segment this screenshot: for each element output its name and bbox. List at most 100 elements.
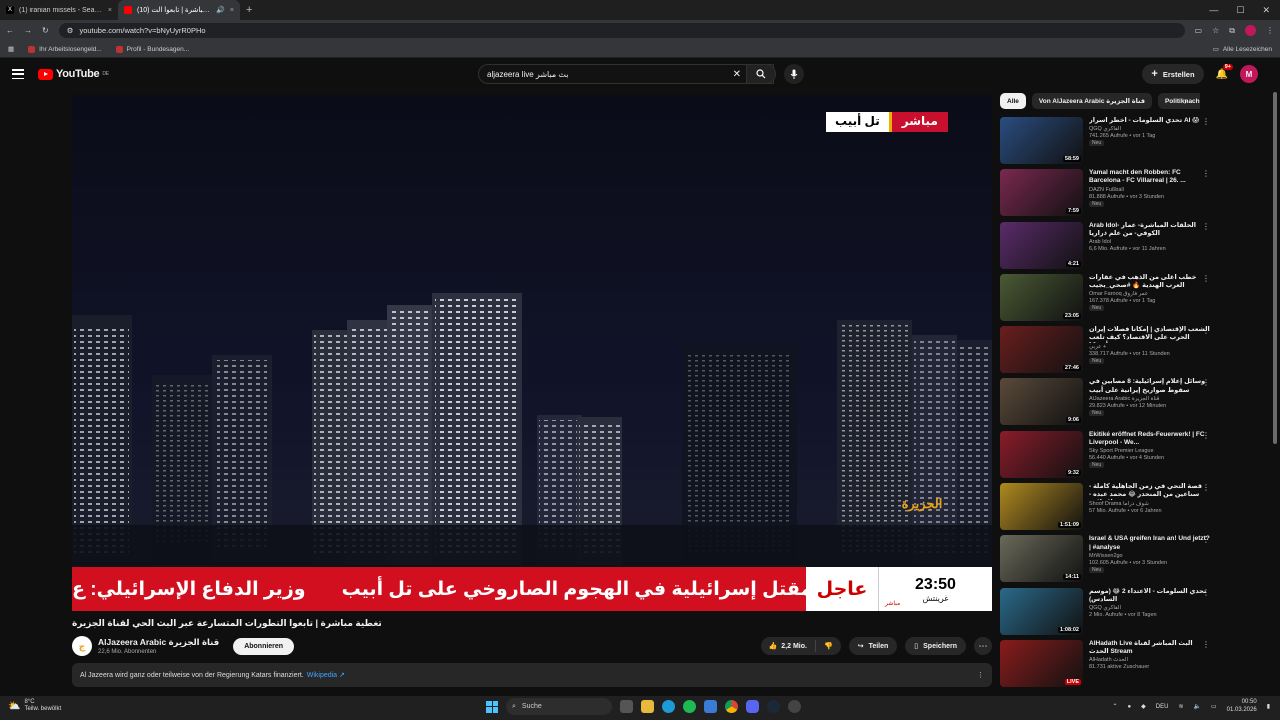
recommendation-item[interactable]: 7:59 Yamal macht den Robben: FC Barcelona… [1000,169,1210,221]
recommendation-channel[interactable]: Sky Sport Premier League [1089,448,1210,454]
back-icon[interactable]: ← [6,26,14,35]
language-indicator[interactable]: DEU [1156,704,1169,710]
more-options-icon[interactable]: ⋮ [1202,535,1210,544]
more-options-icon[interactable]: ⋮ [1202,274,1210,283]
close-window-icon[interactable]: ✕ [1262,5,1270,16]
recommendation-item[interactable]: 14:11 Israel & USA greifen Iran an! Und j… [1000,535,1210,587]
dislike-button[interactable]: 👎 [816,642,841,650]
video-thumbnail[interactable]: 1:08:02 [1000,587,1083,635]
maximize-icon[interactable]: ☐ [1236,5,1244,16]
more-options-icon[interactable]: ⋮ [1202,588,1210,597]
more-options-icon[interactable]: ⋮ [1202,326,1210,335]
avatar[interactable]: M [1240,65,1258,83]
more-options-icon[interactable]: ⋮ [1202,483,1210,492]
recommendation-channel[interactable]: MrWissen2go [1089,553,1210,559]
menu-icon[interactable]: ⋮ [1266,26,1274,35]
battery-icon[interactable]: ▭ [1211,703,1217,710]
clear-search-icon[interactable]: ✕ [733,69,741,80]
more-actions-icon[interactable]: ⋯ [974,637,992,655]
like-button[interactable]: 👍 2,2 Mio. [761,640,816,652]
chevron-right-icon[interactable]: › [1184,96,1187,106]
tray-app-icon[interactable]: ● [1128,704,1132,710]
video-thumbnail[interactable]: 14:11 [1000,535,1083,583]
app-icon[interactable] [788,700,801,713]
more-options-icon[interactable]: ⋮ [1202,431,1210,440]
subscribe-button[interactable]: Abonnieren [233,637,295,655]
recommendation-title[interactable]: AlHadath Live البث المباشر لقناة الحدث S… [1089,640,1210,656]
wikipedia-link[interactable]: Wikipedia ↗ [307,671,345,679]
recommendation-channel[interactable]: Arab Idol [1089,239,1210,245]
recommendation-item[interactable]: 27:46 الشعب الإقتصادي | إمكانا فصلات إيرا… [1000,326,1210,378]
recommendation-channel[interactable]: عربي + [1089,344,1210,350]
spotify-icon[interactable] [683,700,696,713]
tray-app-icon[interactable]: ◆ [1141,703,1146,710]
chevron-up-icon[interactable]: ⌃ [1113,703,1118,710]
more-options-icon[interactable]: ⋮ [1202,117,1210,126]
chrome-icon[interactable] [725,700,738,713]
notification-center-icon[interactable]: ▮ [1267,703,1270,710]
all-bookmarks[interactable]: ▭ Alle Lesezeichen [1213,45,1272,54]
recommendation-channel[interactable]: AlJazeera Arabic قناة الجزيرة [1089,396,1210,402]
video-thumbnail[interactable]: 9:06 [1000,378,1083,426]
bookmark-item[interactable]: Profil - Bundesagen... [115,45,189,53]
steam-icon[interactable] [767,700,780,713]
youtube-logo[interactable]: YouTube DE [38,68,109,80]
save-button[interactable]: ▯ Speichern [905,637,966,655]
browser-tab[interactable]: X (1) iranian missels - Search / X × [0,0,118,20]
channel-avatar[interactable]: ج [72,636,92,656]
apps-icon[interactable]: ▦ [8,45,14,53]
close-tab-icon[interactable]: × [230,7,234,14]
recommendation-title[interactable]: تحدي السلومات - أخطر أسرار AI 😱 [1089,117,1210,125]
recommendation-title[interactable]: Yamal macht den Robben: FC Barcelona - F… [1089,169,1210,185]
search-button[interactable] [746,64,776,84]
recommendation-channel[interactable]: DAZN Fußball [1089,187,1210,193]
close-tab-icon[interactable]: × [108,7,112,14]
profile-icon[interactable] [1245,25,1256,36]
volume-icon[interactable]: 🔈 [1194,703,1201,710]
extensions-icon[interactable]: ⧉ [1229,26,1235,36]
taskbar-search[interactable]: ⌕ Suche [506,698,612,715]
minimize-icon[interactable]: — [1209,5,1218,15]
chip-all[interactable]: Alle [1000,93,1026,109]
windows-start-icon[interactable] [486,700,498,713]
recommendation-channel[interactable]: AlHadath الحدث [1089,657,1210,663]
recommendation-title[interactable]: Ekitiké eröffnet Reds-Feuerwerk! | FC Li… [1089,431,1210,447]
recommendation-channel[interactable]: QGQ الفاكري [1089,605,1210,611]
recommendation-channel[interactable]: Shoof Drama شوف دراما [1089,501,1210,507]
cast-icon[interactable]: ▭ [1195,26,1203,35]
voice-search-button[interactable] [784,64,804,84]
video-thumbnail[interactable]: 4:21 [1000,221,1083,269]
recommendation-title[interactable]: Arab Idol- الحلقات المباشرة- عمار الكوفي… [1089,222,1210,238]
chip-politics[interactable]: Politiknachrichten [1157,93,1200,109]
recommendation-channel[interactable]: QGQ الفاكري [1089,126,1210,132]
more-options-icon[interactable]: ⋮ [1202,169,1210,178]
recommendation-item[interactable]: LIVE AlHadath Live البث المباشر لقناة الح… [1000,639,1210,692]
hamburger-menu-icon[interactable] [12,69,24,79]
recommendation-title[interactable]: الشعب الإقتصادي | إمكانا فصلات إيران الح… [1089,326,1210,343]
recommendation-item[interactable]: 9:32 Ekitiké eröffnet Reds-Feuerwerk! | F… [1000,430,1210,483]
video-thumbnail[interactable]: 9:32 [1000,430,1083,478]
recommendation-item[interactable]: 1:08:02 تحدي السلومات - الأعتداء 2 😂 (موس… [1000,587,1210,640]
reload-icon[interactable]: ↻ [42,26,49,35]
video-thumbnail[interactable]: LIVE [1000,639,1083,687]
video-thumbnail[interactable]: 23:05 [1000,273,1083,321]
recommendation-item[interactable]: 1:51:09 قصة التحي في زمن الجاهلية كاملة -… [1000,483,1210,535]
more-options-icon[interactable]: ⋮ [1202,222,1210,231]
video-player[interactable]: تل أبيب مباشر الجزيرة ية: مقتل إسرائيلية… [72,95,992,611]
video-thumbnail[interactable]: 1:51:09 [1000,483,1083,531]
new-tab-button[interactable]: + [240,4,258,16]
site-info-icon[interactable]: ⚙ [67,26,74,35]
search-input[interactable]: aljazeera live بث مباشر ✕ [478,64,774,84]
task-view-icon[interactable] [620,700,633,713]
chip-channel[interactable]: Von AlJazeera Arabic قناة الجزيرة [1031,93,1152,109]
wifi-icon[interactable]: ≋ [1178,703,1183,710]
create-button[interactable]: + Erstellen [1142,64,1204,84]
recommendation-title[interactable]: قصة التحي في زمن الجاهلية كاملة - سناعين… [1089,483,1210,500]
audio-icon[interactable]: 🔊 [216,6,225,14]
scrollbar[interactable] [1273,92,1277,444]
more-options-icon[interactable]: ⋮ [1202,640,1210,649]
forward-icon[interactable]: → [24,26,32,35]
discord-icon[interactable] [746,700,759,713]
url-field[interactable]: ⚙ youtube.com/watch?v=bNyUyrR0PHo [58,23,1185,38]
recommendation-item[interactable]: 23:05 خطب أغلى من الذهب في عقارات العرب ا… [1000,273,1210,326]
